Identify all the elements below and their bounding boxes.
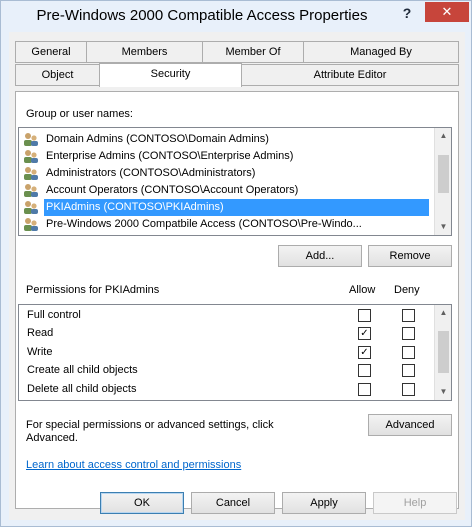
tab-managed-by[interactable]: Managed By bbox=[303, 41, 459, 63]
allow-column-header: Allow bbox=[349, 284, 376, 296]
remove-button[interactable]: Remove bbox=[368, 245, 452, 267]
ok-button[interactable]: OK bbox=[100, 492, 184, 514]
scroll-down-icon[interactable]: ▼ bbox=[435, 384, 451, 400]
user-group-icon bbox=[24, 201, 38, 214]
tab-security[interactable]: Security bbox=[99, 63, 242, 87]
add-button[interactable]: Add... bbox=[278, 245, 362, 267]
permissions-for-label: Permissions for PKIAdmins bbox=[26, 284, 160, 296]
allow-checkbox[interactable] bbox=[358, 309, 371, 322]
tab-general[interactable]: General bbox=[15, 41, 87, 63]
permission-row: Read ✓ bbox=[19, 324, 435, 343]
scroll-up-icon[interactable]: ▲ bbox=[435, 305, 451, 321]
user-name: Administrators (CONTOSO\Administrators) bbox=[46, 167, 256, 179]
user-group-icon bbox=[24, 184, 38, 197]
scroll-thumb[interactable] bbox=[438, 331, 449, 373]
user-listbox[interactable]: Domain Admins (CONTOSO\Domain Admins) En… bbox=[18, 127, 452, 236]
permission-row: Create all child objects bbox=[19, 361, 435, 380]
list-item[interactable]: Enterprise Admins (CONTOSO\Enterprise Ad… bbox=[23, 148, 433, 165]
tab-attribute-editor[interactable]: Attribute Editor bbox=[241, 64, 459, 86]
dialog-window: Pre-Windows 2000 Compatible Access Prope… bbox=[0, 0, 472, 527]
list-item[interactable]: Account Operators (CONTOSO\Account Opera… bbox=[23, 182, 433, 199]
scroll-thumb[interactable] bbox=[438, 155, 449, 193]
permission-row: Delete all child objects bbox=[19, 380, 435, 399]
allow-checkbox[interactable]: ✓ bbox=[358, 327, 371, 340]
allow-checkbox[interactable] bbox=[358, 383, 371, 396]
list-item[interactable]: Pre-Windows 2000 Compatbile Access (CONT… bbox=[23, 216, 433, 233]
list-item-selected[interactable]: PKIAdmins (CONTOSO\PKIAdmins) bbox=[23, 199, 433, 216]
close-button[interactable]: ✕ bbox=[425, 2, 469, 22]
user-group-icon bbox=[24, 150, 38, 163]
user-name: Pre-Windows 2000 Compatbile Access (CONT… bbox=[46, 218, 362, 230]
user-group-icon bbox=[24, 218, 38, 231]
cancel-button[interactable]: Cancel bbox=[191, 492, 275, 514]
allow-checkbox[interactable] bbox=[358, 364, 371, 377]
deny-checkbox[interactable] bbox=[402, 346, 415, 359]
permissions-scrollbar[interactable]: ▲ ▼ bbox=[434, 305, 451, 400]
permission-row: Full control bbox=[19, 306, 435, 325]
special-permissions-text-2: Advanced. bbox=[26, 432, 78, 444]
deny-checkbox[interactable] bbox=[402, 309, 415, 322]
deny-checkbox[interactable] bbox=[402, 383, 415, 396]
user-name: Domain Admins (CONTOSO\Domain Admins) bbox=[46, 133, 269, 145]
permission-name: Write bbox=[27, 346, 53, 358]
tab-member-of[interactable]: Member Of bbox=[202, 41, 304, 63]
learn-about-access-control-link[interactable]: Learn about access control and permissio… bbox=[26, 459, 241, 471]
user-name: Enterprise Admins (CONTOSO\Enterprise Ad… bbox=[46, 150, 294, 162]
permission-name: Create all child objects bbox=[27, 364, 138, 376]
list-item[interactable]: Administrators (CONTOSO\Administrators) bbox=[23, 165, 433, 182]
user-list-scrollbar[interactable]: ▲ ▼ bbox=[434, 128, 451, 235]
permission-name: Delete all child objects bbox=[27, 383, 137, 395]
title-bar: Pre-Windows 2000 Compatible Access Prope… bbox=[1, 1, 472, 31]
help-button[interactable]: Help bbox=[373, 492, 457, 514]
permission-row: Write ✓ bbox=[19, 343, 435, 362]
dialog-body: General Members Member Of Managed By Obj… bbox=[9, 32, 465, 520]
user-group-icon bbox=[24, 167, 38, 180]
advanced-button[interactable]: Advanced bbox=[368, 414, 452, 436]
user-name: PKIAdmins (CONTOSO\PKIAdmins) bbox=[44, 199, 429, 216]
apply-button[interactable]: Apply bbox=[282, 492, 366, 514]
group-or-user-names-label: Group or user names: bbox=[26, 108, 133, 120]
tab-members[interactable]: Members bbox=[86, 41, 203, 63]
permission-name: Full control bbox=[27, 309, 81, 321]
deny-checkbox[interactable] bbox=[402, 364, 415, 377]
permissions-list: Full control Read ✓ Write ✓ Create all c… bbox=[18, 304, 452, 401]
allow-checkbox[interactable]: ✓ bbox=[358, 346, 371, 359]
help-icon[interactable]: ? bbox=[399, 5, 415, 23]
scroll-up-icon[interactable]: ▲ bbox=[435, 128, 451, 144]
deny-column-header: Deny bbox=[394, 284, 420, 296]
deny-checkbox[interactable] bbox=[402, 327, 415, 340]
window-title: Pre-Windows 2000 Compatible Access Prope… bbox=[36, 7, 368, 24]
list-item[interactable]: Domain Admins (CONTOSO\Domain Admins) bbox=[23, 131, 433, 148]
user-name: Account Operators (CONTOSO\Account Opera… bbox=[46, 184, 299, 196]
special-permissions-text: For special permissions or advanced sett… bbox=[26, 419, 274, 431]
tab-object[interactable]: Object bbox=[15, 64, 100, 86]
permission-name: Read bbox=[27, 327, 54, 339]
user-group-icon bbox=[24, 133, 38, 146]
scroll-down-icon[interactable]: ▼ bbox=[435, 219, 451, 235]
